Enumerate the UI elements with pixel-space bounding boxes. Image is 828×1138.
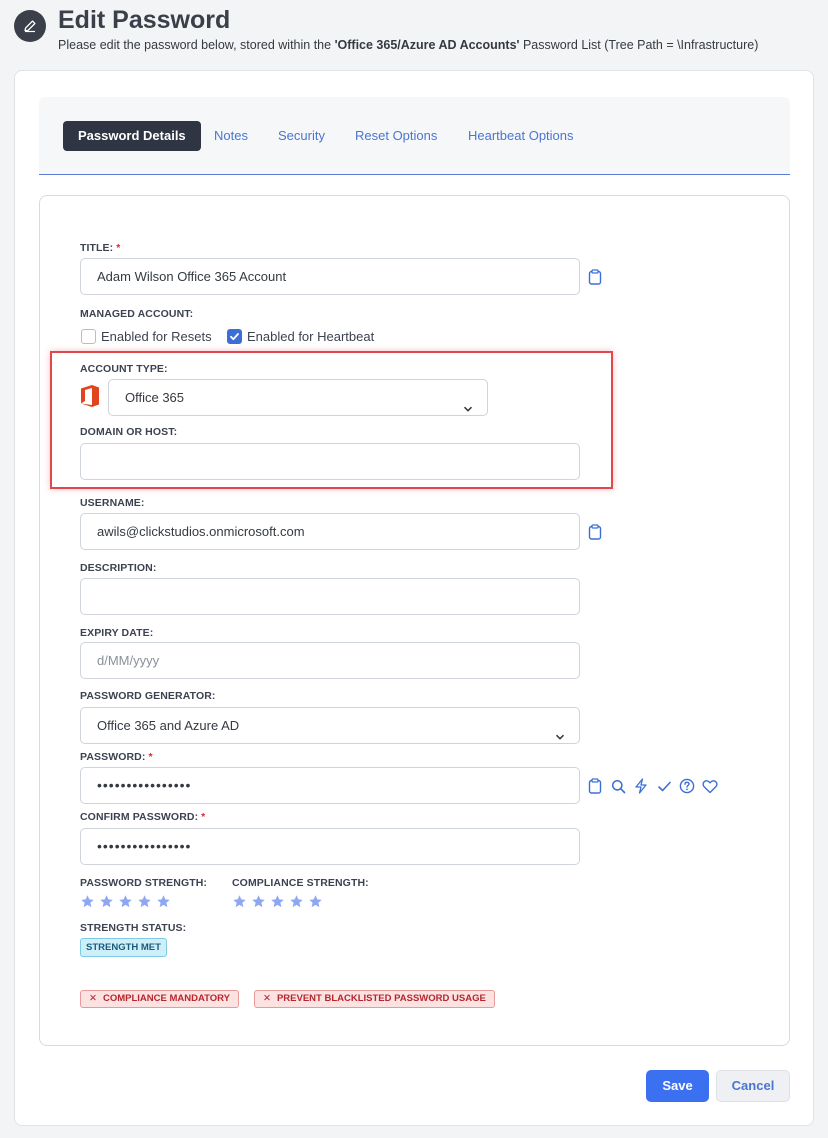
title-input[interactable]: Adam Wilson Office 365 Account [80,258,580,295]
enabled-for-resets-checkbox[interactable] [81,329,96,344]
tab-notes[interactable]: Notes [214,121,248,151]
close-x-icon: ✕ [263,993,271,1004]
username-label: USERNAME: [80,497,145,509]
password-details-panel: TITLE: * Adam Wilson Office 365 Account M… [39,195,790,1046]
star-icon [100,895,113,908]
search-icon[interactable] [609,777,627,795]
star-icon [271,895,284,908]
star-icon [138,895,151,908]
subtitle-password-list: 'Office 365/Azure AD Accounts' [334,38,520,52]
password-strength-stars [80,894,171,909]
strength-status-label: STRENGTH STATUS: [80,922,187,934]
star-icon [233,895,246,908]
tab-reset-options[interactable]: Reset Options [355,121,437,151]
compliance-mandatory-text: COMPLIANCE MANDATORY [102,993,230,1004]
office-365-logo-icon [80,384,100,413]
username-input[interactable]: awils@clickstudios.onmicrosoft.com [80,513,580,550]
tab-password-details[interactable]: Password Details [63,121,201,151]
account-type-select[interactable]: Office 365 [108,379,488,416]
chevron-down-icon [555,720,565,743]
star-icon [290,895,303,908]
strength-status-badge: STRENGTH MET [80,938,167,957]
star-icon [252,895,265,908]
subtitle-suffix: Password List (Tree Path = \Infrastructu… [519,38,759,52]
enabled-for-heartbeat-checkbox[interactable] [227,329,242,344]
account-type-value: Office 365 [125,390,185,405]
check-icon[interactable] [655,777,673,795]
domain-input[interactable] [80,443,580,480]
close-x-icon: ✕ [89,993,97,1004]
cancel-button[interactable]: Cancel [716,1070,790,1102]
password-generator-value: Office 365 and Azure AD [97,718,240,733]
expiry-date-input[interactable]: d/MM/yyyy [80,642,580,679]
checkmark-icon [230,333,239,341]
password-input[interactable]: •••••••••••••••• [80,767,580,804]
star-icon [81,895,94,908]
confirm-password-input[interactable]: •••••••••••••••• [80,828,580,865]
expiry-date-label: EXPIRY DATE: [80,627,154,639]
required-mark: * [148,751,153,763]
tab-security[interactable]: Security [278,121,325,151]
title-label: TITLE: * [80,242,121,254]
tab-heartbeat-options[interactable]: Heartbeat Options [468,121,574,151]
managed-account-label: MANAGED ACCOUNT: [80,308,194,320]
password-strength-label: PASSWORD STRENGTH: [80,877,208,889]
required-mark: * [116,242,121,254]
edit-pencil-icon [14,10,46,42]
clipboard-icon[interactable] [586,777,604,795]
edit-password-card: Password Details Notes Security Reset Op… [14,70,814,1126]
clipboard-icon[interactable] [586,268,604,286]
subtitle-prefix: Please edit the password below, stored w… [58,38,335,52]
heart-icon[interactable] [701,777,719,795]
page-title: Edit Password [58,6,231,34]
description-label: DESCRIPTION: [80,562,157,574]
lightning-generate-icon[interactable] [632,777,650,795]
prevent-blacklisted-text: PREVENT BLACKLISTED PASSWORD USAGE [276,993,486,1004]
star-icon [119,895,132,908]
enabled-for-heartbeat-label: Enabled for Heartbeat [247,329,375,344]
help-circle-icon[interactable] [678,777,696,795]
tab-bar: Password Details Notes Security Reset Op… [39,97,790,175]
save-button[interactable]: Save [646,1070,709,1102]
description-input[interactable] [80,578,580,615]
prevent-blacklisted-badge: ✕ PREVENT BLACKLISTED PASSWORD USAGE [254,990,495,1008]
confirm-password-label: CONFIRM PASSWORD: * [80,811,206,823]
password-generator-label: PASSWORD GENERATOR: [80,690,216,702]
clipboard-icon[interactable] [586,523,604,541]
page-subtitle: Please edit the password below, stored w… [58,38,758,52]
account-type-label: ACCOUNT TYPE: [80,363,168,375]
enabled-for-resets-label: Enabled for Resets [101,329,212,344]
domain-label: DOMAIN OR HOST: [80,426,178,438]
compliance-mandatory-badge: ✕ COMPLIANCE MANDATORY [80,990,239,1008]
compliance-strength-stars [232,894,323,909]
password-generator-select[interactable]: Office 365 and Azure AD [80,707,580,744]
password-label: PASSWORD: * [80,751,153,763]
page-header: Edit Password Please edit the password b… [0,0,828,60]
chevron-down-icon [463,392,473,415]
compliance-strength-label: COMPLIANCE STRENGTH: [232,877,369,889]
star-icon [309,895,322,908]
required-mark: * [201,811,206,823]
star-icon [157,895,170,908]
